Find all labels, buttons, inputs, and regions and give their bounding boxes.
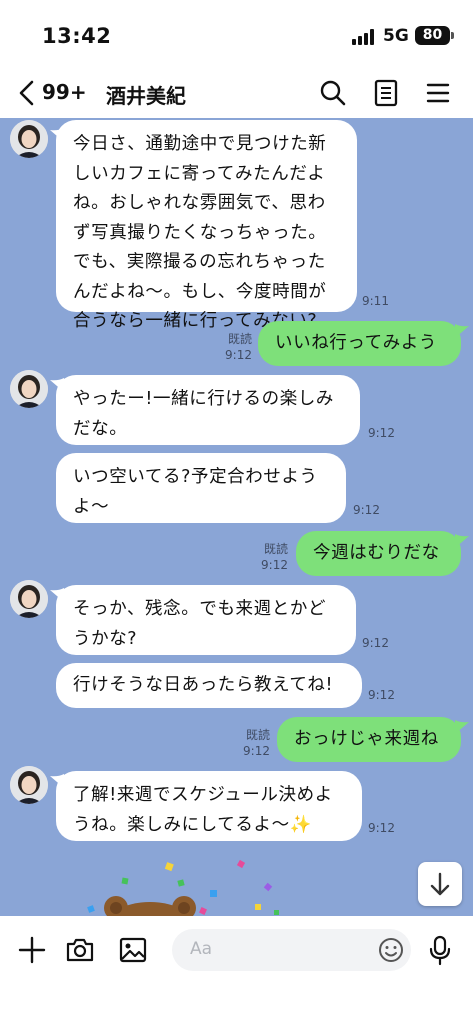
arrow-down-icon bbox=[430, 872, 450, 896]
sticker-image[interactable] bbox=[60, 858, 300, 916]
search-icon[interactable] bbox=[318, 78, 348, 108]
message-time: 9:12 bbox=[261, 558, 288, 572]
avatar[interactable] bbox=[10, 370, 48, 408]
message-bubble[interactable]: おっけじゃ来週ね bbox=[277, 717, 461, 762]
camera-icon[interactable] bbox=[64, 934, 96, 966]
message-time: 9:11 bbox=[362, 294, 389, 308]
message-bubble[interactable]: 今日さ、通勤途中で見つけた新 しいカフェに寄ってみたんだよ ね。おしゃれな雰囲気… bbox=[56, 120, 357, 331]
read-receipt: 既読 bbox=[263, 542, 288, 556]
message-composer: Aa bbox=[0, 916, 473, 1024]
message-time: 9:12 bbox=[368, 688, 395, 702]
scroll-down-button[interactable] bbox=[418, 862, 462, 906]
message-time: 9:12 bbox=[362, 636, 389, 650]
message-time: 9:12 bbox=[225, 348, 252, 362]
message-time: 9:12 bbox=[368, 821, 395, 835]
signal-icon bbox=[352, 29, 378, 45]
plus-icon[interactable] bbox=[16, 934, 48, 966]
image-icon[interactable] bbox=[117, 934, 149, 966]
avatar[interactable] bbox=[10, 766, 48, 804]
battery-icon: 80 bbox=[415, 26, 450, 45]
message-time: 9:12 bbox=[243, 744, 270, 758]
notes-icon[interactable] bbox=[371, 78, 401, 108]
status-time: 13:42 bbox=[42, 24, 112, 48]
message-bubble[interactable]: 行けそうな日あったら教えてね! bbox=[56, 663, 362, 708]
message-bubble[interactable]: いいね行ってみよう bbox=[258, 321, 461, 366]
contact-name[interactable]: 酒井美紀 bbox=[106, 80, 186, 109]
chat-area[interactable]: 今日さ、通勤途中で見つけた新 しいカフェに寄ってみたんだよ ね。おしゃれな雰囲気… bbox=[0, 118, 473, 916]
read-receipt: 既読 bbox=[227, 332, 252, 346]
message-bubble[interactable]: 今週はむりだな bbox=[296, 531, 461, 576]
unread-count[interactable]: 99+ bbox=[42, 80, 87, 104]
message-bubble[interactable]: 了解!来週でスケジュール決めよ うね。楽しみにしてるよ〜✨ bbox=[56, 771, 362, 841]
message-input[interactable]: Aa bbox=[172, 929, 411, 971]
message-bubble[interactable]: いつ空いてる?予定合わせよう よ〜 bbox=[56, 453, 346, 523]
avatar[interactable] bbox=[10, 120, 48, 158]
battery-tip bbox=[451, 32, 454, 39]
avatar[interactable] bbox=[10, 580, 48, 618]
message-bubble[interactable]: そっか、残念。でも来週とかど うかな? bbox=[56, 585, 356, 655]
network-type: 5G bbox=[383, 26, 409, 46]
message-time: 9:12 bbox=[368, 426, 395, 440]
message-time: 9:12 bbox=[353, 503, 380, 517]
chat-header: 99+ 酒井美紀 bbox=[0, 70, 473, 118]
hamburger-icon[interactable] bbox=[424, 78, 454, 108]
status-bar: 13:42 5G 80 bbox=[0, 0, 473, 70]
chevron-left-icon[interactable] bbox=[14, 78, 40, 108]
microphone-icon[interactable] bbox=[424, 934, 456, 966]
emoji-icon[interactable] bbox=[376, 935, 406, 965]
read-receipt: 既読 bbox=[245, 728, 270, 742]
message-placeholder: Aa bbox=[190, 939, 213, 959]
message-bubble[interactable]: やったー!一緒に行けるの楽しみ だな。 bbox=[56, 375, 360, 445]
